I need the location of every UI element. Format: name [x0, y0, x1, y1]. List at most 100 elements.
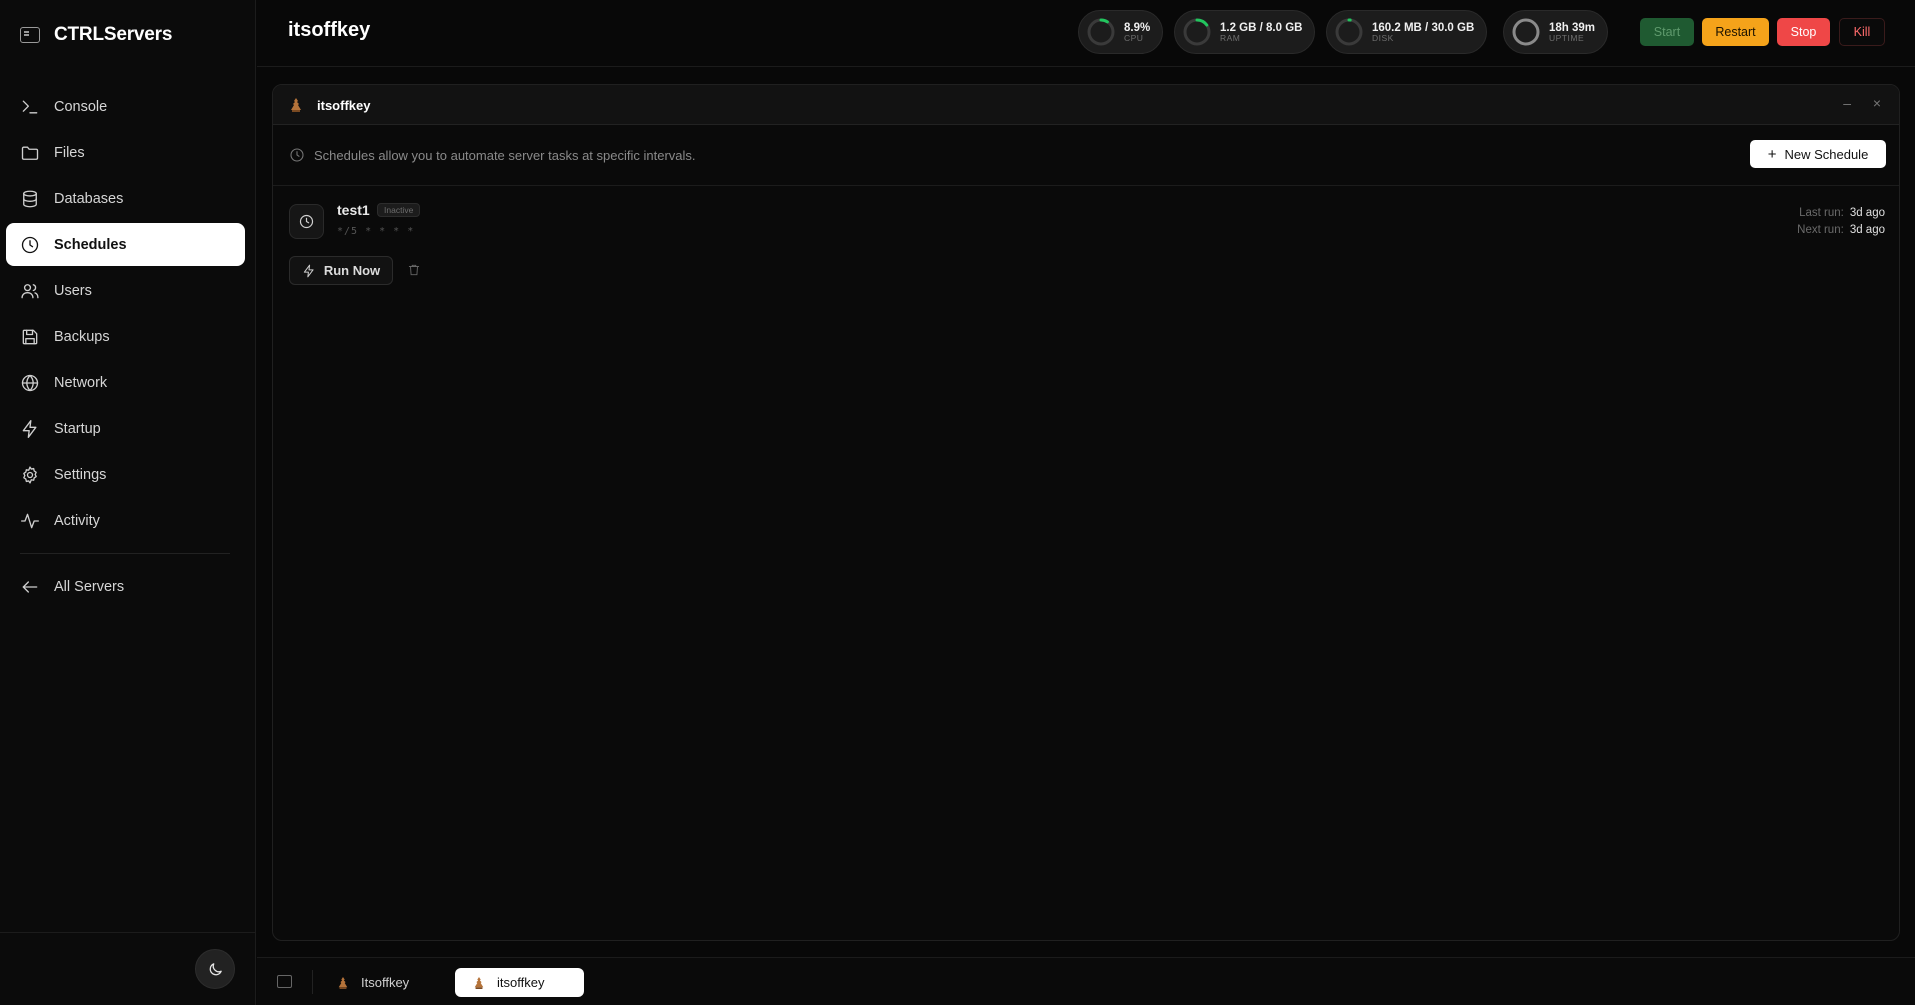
sidebar-item-all-servers[interactable]: All Servers [6, 565, 245, 608]
top-bar: itsoffkey 8.9% CPU 1.2 GB / 8.0 GB RAM 1… [257, 0, 1915, 67]
close-icon[interactable]: × [1873, 95, 1881, 111]
last-run-label: Last run: [1799, 207, 1844, 219]
sidebar-item-network[interactable]: Network [6, 361, 245, 404]
terminal-icon [22, 100, 38, 113]
sidebar-item-activity[interactable]: Activity [6, 499, 245, 542]
schedule-icon-box [289, 204, 324, 239]
schedule-name[interactable]: test1 [337, 202, 370, 218]
server-avatar-icon [291, 98, 301, 112]
cpu-ring [1087, 18, 1115, 46]
sidebar-item-files[interactable]: Files [6, 131, 245, 174]
lightning-icon [303, 264, 314, 277]
terminal-window-icon[interactable] [277, 975, 292, 988]
next-run-label: Next run: [1797, 224, 1844, 236]
new-schedule-label: New Schedule [1784, 146, 1869, 162]
disk-ring [1335, 18, 1363, 46]
uptime-value: 18h 39m [1549, 21, 1596, 34]
uptime-stat: 18h 39m UPTIME [1503, 10, 1609, 54]
taskbar-tab-label: Itsoffkey [361, 975, 410, 990]
ram-label: RAM [1220, 32, 1241, 43]
sidebar-item-schedules[interactable]: Schedules [6, 223, 245, 266]
disk-value: 160.2 MB / 30.0 GB [1372, 21, 1475, 34]
clock-icon [299, 214, 314, 229]
window-title: itsoffkey [317, 98, 371, 113]
minimize-icon[interactable]: – [1843, 95, 1851, 111]
schedules-info-bar: Schedules allow you to automate server t… [273, 125, 1899, 186]
uptime-ring [1512, 18, 1540, 46]
brand-name: CTRLServers [54, 24, 173, 45]
sidebar-item-label: Activity [54, 512, 100, 529]
page-title: itsoffkey [288, 19, 371, 41]
gear-icon [23, 465, 37, 484]
restart-button[interactable]: Restart [1702, 18, 1769, 46]
folder-icon [21, 146, 39, 160]
save-icon [22, 329, 38, 344]
next-run-value: 3d ago [1849, 224, 1885, 236]
sidebar-item-startup[interactable]: Startup [6, 407, 245, 450]
clock-icon [290, 148, 304, 162]
sidebar-item-label: Backups [54, 328, 110, 345]
plus-icon: + [1767, 145, 1777, 163]
sidebar-item-label: Network [54, 374, 108, 391]
run-now-label: Run Now [323, 263, 381, 278]
theme-toggle-button[interactable] [195, 949, 235, 989]
sidebar-item-label: Files [54, 144, 85, 161]
status-badge: Inactive [377, 203, 421, 217]
cpu-value: 8.9% [1124, 21, 1151, 34]
window-taskbar: Itsoffkey itsoffkey [257, 957, 1915, 1005]
server-avatar-icon [338, 976, 348, 989]
cron-expression: */5 * * * * [337, 226, 415, 237]
start-button[interactable]: Start [1640, 18, 1694, 46]
cpu-label: CPU [1124, 32, 1144, 43]
last-run-value: 3d ago [1849, 207, 1885, 219]
stop-button[interactable]: Stop [1777, 18, 1830, 46]
schedule-item: test1 Inactive */5 * * * * Run Now Last … [273, 186, 1899, 296]
run-times: Last run: 3d ago Next run: 3d ago [1797, 205, 1885, 239]
activity-icon [21, 513, 39, 528]
new-schedule-button[interactable]: + New Schedule [1750, 140, 1886, 168]
brand[interactable]: CTRLServers [20, 22, 172, 48]
ram-ring [1183, 18, 1211, 46]
uptime-label: UPTIME [1549, 32, 1585, 43]
sidebar-nav: Console Files Databases Schedules Users … [6, 85, 245, 545]
users-icon [21, 283, 39, 298]
lightning-icon [22, 419, 37, 438]
taskbar-tab[interactable]: Itsoffkey [319, 968, 431, 997]
window-titlebar[interactable]: itsoffkey – × [273, 85, 1899, 125]
sidebar-item-label: All Servers [54, 578, 125, 595]
sidebar-item-label: Schedules [54, 236, 127, 253]
trash-icon[interactable] [407, 263, 421, 277]
arrow-left-icon [22, 580, 38, 593]
schedules-description: Schedules allow you to automate server t… [314, 148, 696, 163]
sidebar-item-label: Users [54, 282, 92, 299]
sidebar-item-users[interactable]: Users [6, 269, 245, 312]
sidebar-divider [20, 553, 230, 554]
taskbar-divider [312, 970, 313, 994]
all-servers-link[interactable]: All Servers [6, 565, 245, 611]
schedules-window: itsoffkey – × Schedules allow you to aut… [272, 84, 1900, 941]
run-now-button[interactable]: Run Now [289, 256, 393, 285]
panel-logo-icon [20, 27, 40, 43]
ram-stat: 1.2 GB / 8.0 GB RAM [1174, 10, 1316, 54]
sidebar-item-label: Databases [54, 190, 124, 207]
sidebar-item-backups[interactable]: Backups [6, 315, 245, 358]
taskbar-tab-active[interactable]: itsoffkey [455, 968, 584, 997]
moon-icon [209, 962, 222, 975]
kill-button[interactable]: Kill [1839, 18, 1885, 46]
disk-stat: 160.2 MB / 30.0 GB DISK [1326, 10, 1488, 54]
clock-icon [21, 236, 39, 253]
globe-icon [21, 374, 39, 391]
sidebar-item-console[interactable]: Console [6, 85, 245, 128]
database-icon [23, 190, 37, 207]
ram-value: 1.2 GB / 8.0 GB [1220, 21, 1303, 34]
sidebar-item-label: Console [54, 98, 108, 115]
sidebar-item-label: Startup [54, 420, 101, 437]
sidebar-item-databases[interactable]: Databases [6, 177, 245, 220]
sidebar-item-label: Settings [54, 466, 107, 483]
cpu-stat: 8.9% CPU [1078, 10, 1164, 54]
sidebar-footer-divider [0, 932, 256, 933]
sidebar: CTRLServers Console Files Databases Sche… [0, 0, 256, 1005]
sidebar-item-settings[interactable]: Settings [6, 453, 245, 496]
disk-label: DISK [1372, 32, 1394, 43]
taskbar-tab-label: itsoffkey [497, 975, 545, 990]
